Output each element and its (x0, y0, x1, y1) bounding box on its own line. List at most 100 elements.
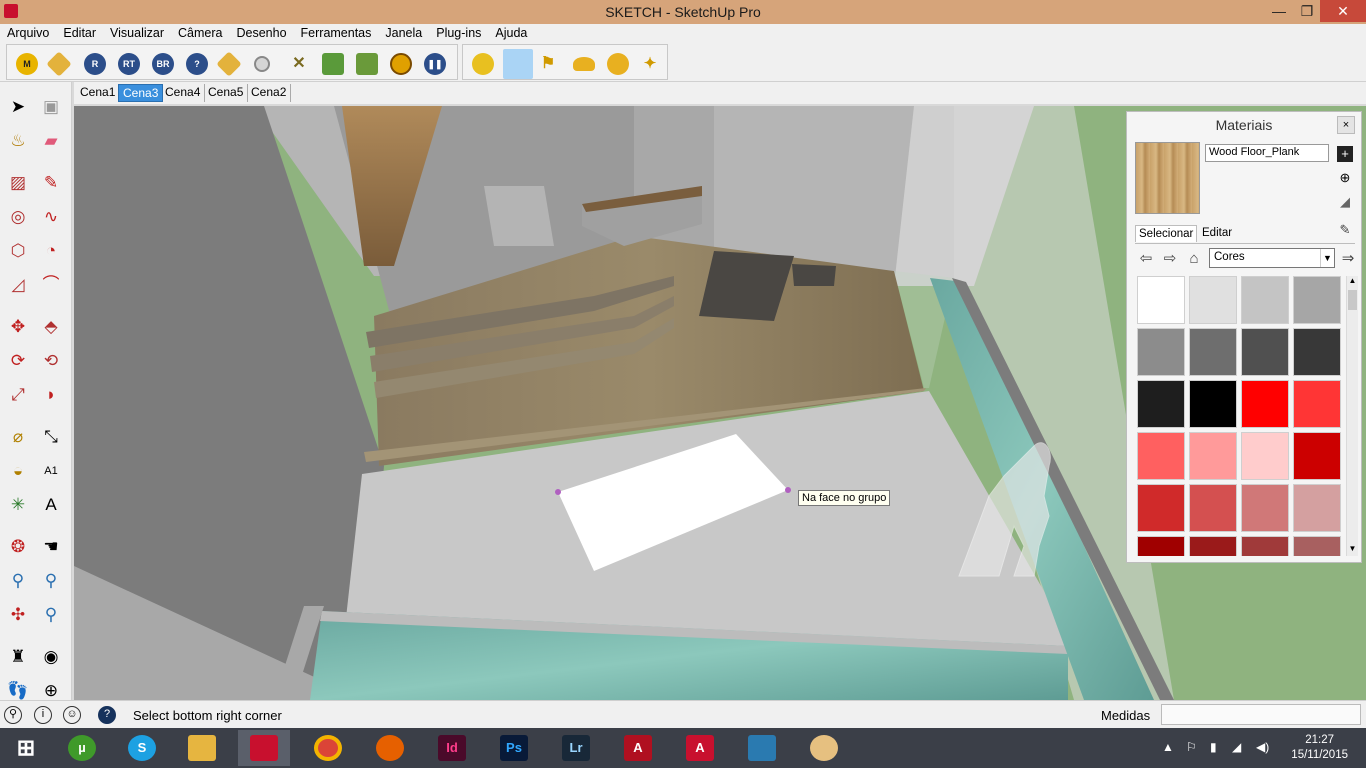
display-secondary-icon[interactable]: + (1337, 146, 1353, 162)
photos-app[interactable] (736, 730, 788, 766)
indesign-app[interactable]: Id (426, 730, 478, 766)
network-icon[interactable]: ⚐ (1186, 740, 1197, 754)
polygon-tool-icon[interactable]: ⬡ (5, 238, 31, 264)
minimize-button[interactable]: — (1264, 0, 1294, 22)
maximize-button[interactable]: ❐ (1292, 0, 1322, 22)
arc-tool-icon[interactable]: ◿ (5, 272, 31, 298)
color-swatch[interactable] (1241, 380, 1289, 428)
home-icon[interactable]: ⌂ (1185, 250, 1203, 268)
plugin-br-icon[interactable]: BR (152, 53, 174, 75)
tab-cena2[interactable]: Cena2 (247, 84, 292, 102)
select-tool-icon[interactable]: ➤ (5, 94, 31, 120)
user-icon[interactable]: ☺ (63, 706, 81, 724)
close-button[interactable]: ✕ (1320, 0, 1366, 22)
create-material-icon[interactable]: ⊕ (1337, 170, 1353, 186)
menu-ajuda[interactable]: Ajuda (488, 24, 534, 40)
geo-location-icon[interactable]: ⚲ (4, 706, 22, 724)
scroll-down-icon[interactable]: ▼ (1347, 544, 1358, 556)
landscape-icon[interactable] (322, 53, 344, 75)
pie-tool-icon[interactable]: ◔ (38, 238, 64, 264)
utorrent-app[interactable]: µ (56, 730, 108, 766)
plugin-r-icon[interactable]: R (84, 53, 106, 75)
color-swatch[interactable] (1189, 276, 1237, 324)
scroll-up-icon[interactable]: ▲ (1347, 276, 1358, 288)
paint-app[interactable] (798, 730, 850, 766)
menu-visualizar[interactable]: Visualizar (103, 24, 171, 40)
volume-icon[interactable]: ◀) (1256, 740, 1269, 754)
color-swatch[interactable] (1189, 380, 1237, 428)
color-swatch[interactable] (1137, 536, 1185, 556)
zoom-tool-icon[interactable]: ⚲ (5, 568, 31, 594)
paint-bucket-icon[interactable]: ♨ (5, 128, 31, 154)
3d-text-icon[interactable]: A (38, 492, 64, 518)
materials-close-button[interactable]: × (1337, 116, 1355, 134)
flag-light-icon[interactable]: ⚑ (537, 53, 559, 75)
tab-cena5[interactable]: Cena5 (204, 84, 249, 102)
sphere-icon[interactable] (254, 56, 270, 72)
color-swatch[interactable] (1241, 484, 1289, 532)
color-swatch[interactable] (1293, 276, 1341, 324)
color-swatch[interactable] (1293, 432, 1341, 480)
color-swatch[interactable] (1241, 432, 1289, 480)
tag-edit-icon[interactable] (216, 51, 242, 77)
menu-camera[interactable]: Câmera (171, 24, 229, 40)
zoom-window-icon[interactable]: ⚲ (38, 568, 64, 594)
offset-tool-icon[interactable]: ◗ (38, 382, 64, 408)
sketchup-app[interactable] (238, 730, 290, 766)
scroll-thumb[interactable] (1348, 290, 1357, 310)
start-button[interactable]: ⊞ (0, 730, 52, 766)
target-icon[interactable] (390, 53, 412, 75)
tab-editar[interactable]: Editar (1199, 225, 1235, 241)
material-name-field[interactable]: Wood Floor_Plank (1205, 144, 1329, 162)
tab-selecionar[interactable]: Selecionar (1135, 225, 1198, 242)
photoshop-app[interactable]: Ps (488, 730, 540, 766)
axes-tool-icon[interactable]: ✳ (5, 492, 31, 518)
menu-desenho[interactable]: Desenho (229, 24, 293, 40)
details-arrow-icon[interactable]: ⇒ (1339, 250, 1357, 268)
menu-editar[interactable]: Editar (56, 24, 103, 40)
plugin-m-icon[interactable]: M (16, 53, 38, 75)
swatch-scrollbar[interactable]: ▲ ▼ (1346, 276, 1358, 556)
color-swatch[interactable] (1137, 380, 1185, 428)
color-swatch[interactable] (1241, 536, 1289, 556)
color-swatch[interactable] (1293, 328, 1341, 376)
text-tool-icon[interactable]: A1 (38, 458, 64, 484)
pause-icon[interactable]: ❚❚ (424, 53, 446, 75)
dome-light-icon[interactable] (573, 57, 595, 71)
color-swatch[interactable] (1189, 328, 1237, 376)
menu-plugins[interactable]: Plug-ins (429, 24, 488, 40)
dimension-tool-icon[interactable]: ⤡ (38, 424, 64, 450)
color-swatch[interactable] (1241, 276, 1289, 324)
look-around-icon[interactable]: ◉ (38, 644, 64, 670)
color-swatch[interactable] (1293, 380, 1341, 428)
color-swatch[interactable] (1137, 328, 1185, 376)
tape-measure-icon[interactable]: ⌀ (5, 424, 31, 450)
color-swatch[interactable] (1189, 484, 1237, 532)
credits-icon[interactable]: i (34, 706, 52, 724)
line-tool-icon[interactable]: ✎ (38, 170, 64, 196)
three-point-arc-icon[interactable]: ⌒ (38, 272, 64, 298)
plugin-rt-icon[interactable]: RT (118, 53, 140, 75)
library-dropdown[interactable]: Cores ▼ (1209, 248, 1335, 268)
position-camera-icon[interactable]: ♜ (5, 644, 31, 670)
signal-icon[interactable]: ◢ (1232, 740, 1241, 754)
light-icon[interactable]: ✕ (288, 53, 310, 75)
circle-tool-icon[interactable]: ◎ (5, 204, 31, 230)
back-arrow-icon[interactable]: ⇦ (1137, 250, 1155, 268)
menu-arquivo[interactable]: Arquivo (0, 24, 56, 40)
autocad2-app[interactable]: A (674, 730, 726, 766)
move-tool-icon[interactable]: ✥ (5, 314, 31, 340)
help-icon[interactable]: ? (186, 53, 208, 75)
tab-cena3[interactable]: Cena3 (118, 84, 164, 102)
autocad-app[interactable]: A (612, 730, 664, 766)
measures-input[interactable] (1161, 704, 1361, 725)
spot-light-icon[interactable] (503, 49, 533, 79)
tray-expand-icon[interactable]: ▲ (1162, 740, 1174, 754)
explorer-app[interactable] (176, 730, 228, 766)
scale-tool-icon[interactable]: ⤢ (5, 382, 31, 408)
color-swatch[interactable] (1137, 484, 1185, 532)
clock[interactable]: 21:27 15/11/2015 (1291, 733, 1348, 763)
rotate-tool-icon[interactable]: ⟳ (5, 348, 31, 374)
instructor-icon[interactable]: ? (98, 706, 116, 724)
menu-ferramentas[interactable]: Ferramentas (294, 24, 379, 40)
